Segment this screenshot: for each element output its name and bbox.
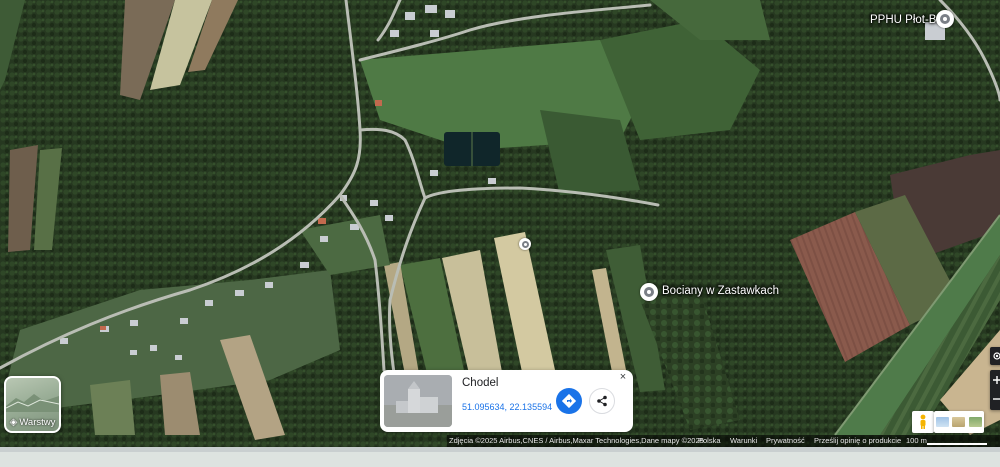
layers-label: ◈ Warstwy (9, 417, 56, 428)
scale-bar (927, 443, 987, 445)
attribution-bar: Zdjęcia ©2025 Airbus,CNES / Airbus,Maxar… (447, 435, 1000, 447)
directions-button[interactable] (556, 388, 582, 414)
my-location-button[interactable] (990, 347, 1000, 365)
share-button[interactable] (589, 388, 615, 414)
imagery-photo-icon[interactable] (952, 417, 966, 427)
imagery-photo-icon[interactable] (969, 417, 983, 427)
bottom-edge (0, 447, 1000, 467)
scale-label[interactable]: 100 m (906, 435, 927, 447)
map-pin-icon[interactable] (640, 283, 658, 301)
place-title: Chodel (462, 377, 499, 389)
place-photo-thumbnail[interactable] (384, 375, 452, 427)
coordinates-text[interactable]: 51.095634, 22.135594 (462, 402, 552, 412)
business-label[interactable]: PPHU Płot-Bet (870, 14, 946, 26)
close-icon[interactable]: × (617, 371, 629, 383)
copyright-text: Zdjęcia ©2025 Airbus,CNES / Airbus,Maxar… (449, 436, 704, 445)
feedback-link[interactable]: Prześlij opinię o produkcie (814, 435, 901, 447)
country-link[interactable]: Polska (698, 435, 721, 447)
field (90, 380, 135, 435)
imagery-photo-icon[interactable] (935, 417, 949, 427)
share-icon (597, 395, 607, 407)
location-info-card[interactable]: Chodel 51.095634, 22.135594 × (380, 370, 633, 432)
zoom-icon (993, 376, 1000, 400)
layers-icon: ◈ (9, 417, 18, 428)
my-location-icon (993, 352, 1000, 360)
directions-icon (562, 394, 576, 408)
layers-button[interactable]: ◈ Warstwy (4, 376, 61, 433)
pegman-button[interactable] (912, 411, 934, 433)
pegman-icon (920, 414, 926, 429)
zoom-controls[interactable] (990, 370, 1000, 410)
terms-link[interactable]: Warunki (730, 435, 757, 447)
privacy-link[interactable]: Prywatność (766, 435, 805, 447)
imagery-thumbnails (934, 411, 984, 433)
poi-label[interactable]: Bociany w Zastawkach (662, 285, 779, 297)
map-pin-icon[interactable] (936, 10, 954, 28)
selected-location-pin-icon[interactable] (519, 238, 531, 250)
